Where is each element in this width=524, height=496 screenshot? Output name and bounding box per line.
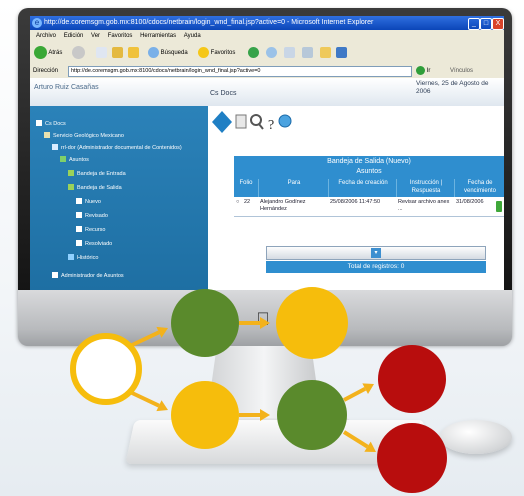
flow-diagram xyxy=(70,287,447,493)
flow-arrowhead xyxy=(260,409,270,421)
flow-arrow xyxy=(129,330,160,348)
flow-arrow xyxy=(342,430,369,449)
node-yellow-bottom xyxy=(171,381,239,449)
node-green-top xyxy=(171,289,239,357)
node-red-top xyxy=(378,345,446,413)
flow-arrowhead xyxy=(260,317,270,329)
node-white xyxy=(70,333,142,405)
flow-arrow xyxy=(343,386,367,402)
node-yellow-top xyxy=(276,287,348,359)
flow-arrow xyxy=(129,390,160,408)
node-green-bottom xyxy=(277,380,347,450)
node-red-bottom xyxy=(377,423,447,493)
